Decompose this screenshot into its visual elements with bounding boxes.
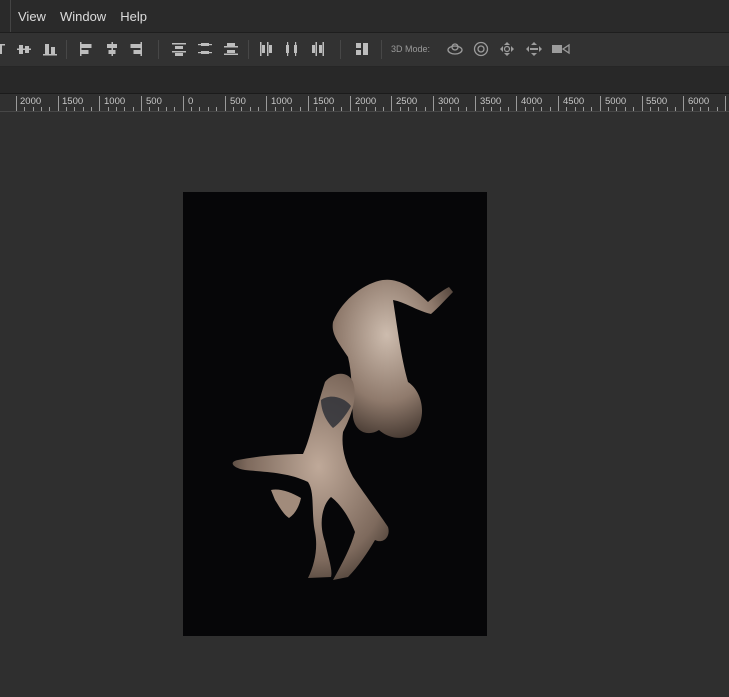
align-right-edges-icon[interactable]	[128, 41, 144, 57]
ruler-label: 500	[230, 96, 246, 107]
distribute-horizontal-centers-icon[interactable]	[284, 41, 300, 57]
align-left-edges-icon[interactable]	[78, 41, 94, 57]
ruler-label: 1500	[313, 96, 335, 107]
roll-3d-icon[interactable]	[473, 41, 489, 57]
ruler-label: 1500	[62, 96, 84, 107]
auto-align-layers-icon[interactable]	[354, 41, 370, 57]
ruler-label: 4000	[521, 96, 543, 107]
ruler-label: 5500	[646, 96, 668, 107]
align-bottom-edges-icon[interactable]	[42, 41, 58, 57]
distribute-top-icon[interactable]	[171, 41, 187, 57]
menu-item-help[interactable]: Help	[113, 9, 154, 24]
scale-3d-icon[interactable]	[551, 41, 570, 57]
slide-3d-icon[interactable]	[525, 41, 542, 57]
toolbar-separator	[158, 40, 159, 59]
menu-item-view[interactable]: View	[11, 9, 53, 24]
ruler-label: 1000	[271, 96, 293, 107]
pan-3d-icon[interactable]	[499, 41, 515, 57]
ruler-label: 6000	[688, 96, 710, 107]
menu-bar-edge	[0, 0, 11, 32]
options-bar: 3D Mode:	[0, 33, 729, 67]
document-tab-bar	[0, 67, 729, 94]
menu-bar: View Window Help	[0, 0, 729, 33]
rotate-3d-icon[interactable]	[446, 41, 463, 57]
photo-figures-image	[232, 279, 453, 580]
toolbar-separator	[381, 40, 382, 59]
ruler-label: 5000	[605, 96, 627, 107]
horizontal-ruler[interactable]: 2000 1500 1000 500 0 500 1000 1500 2000 …	[0, 94, 729, 112]
align-vertical-centers-icon[interactable]	[16, 41, 32, 57]
ruler-label: 1000	[104, 96, 126, 107]
align-horizontal-centers-icon[interactable]	[104, 41, 120, 57]
toolbar-separator	[340, 40, 341, 59]
document-canvas-photo[interactable]	[183, 192, 487, 636]
ruler-label: 500	[146, 96, 162, 107]
toolbar-separator	[248, 40, 249, 59]
menu-item-window[interactable]: Window	[53, 9, 113, 24]
distribute-vertical-centers-icon[interactable]	[197, 41, 213, 57]
ruler-label: 2000	[355, 96, 377, 107]
ruler-label: 2000	[20, 96, 42, 107]
ruler-label: 4500	[563, 96, 585, 107]
3d-mode-label: 3D Mode:	[391, 44, 431, 54]
ruler-label: 2500	[396, 96, 418, 107]
ruler-label: 0	[188, 96, 194, 107]
distribute-right-icon[interactable]	[310, 41, 326, 57]
distribute-bottom-icon[interactable]	[223, 41, 239, 57]
toolbar-separator	[66, 40, 67, 59]
align-partial-icon[interactable]	[0, 41, 8, 57]
ruler-label: 3000	[438, 96, 460, 107]
ruler-label: 3500	[480, 96, 502, 107]
distribute-left-icon[interactable]	[258, 41, 274, 57]
